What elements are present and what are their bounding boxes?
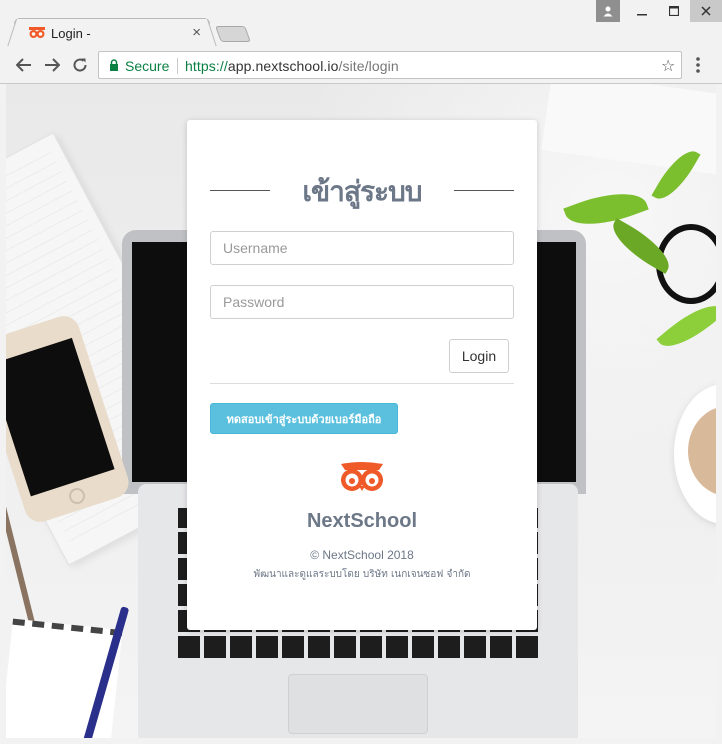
url-text[interactable]: https://app.nextschool.io/site/login [185,58,399,74]
browser-toolbar: Secure https://app.nextschool.io/site/lo… [0,46,722,84]
star-icon[interactable]: ☆ [661,56,675,76]
brand-name: NextSchool [306,510,418,532]
username-input[interactable] [210,231,514,265]
url-path: /site/login [338,58,399,74]
tab-title: Login - [51,26,91,41]
menu-icon[interactable] [696,56,700,74]
password-input[interactable] [210,285,514,319]
url-scheme: https:// [185,58,228,74]
login-card: เข้าสู่ระบบ Login ทดสอบเข้าสู่ระบบด้วยเบ… [187,120,537,630]
lock-icon [110,59,118,71]
form-divider [210,383,514,384]
developer-credit: พัฒนาและดูแลระบบโดย บริษัท เนกเจนซอฟ จำก… [253,569,471,580]
window-controls [596,0,722,22]
browser-tab[interactable]: Login - × [14,18,210,46]
close-window-icon[interactable] [690,0,722,22]
user-icon[interactable] [596,0,620,22]
minimize-icon[interactable] [626,0,658,22]
forward-icon[interactable] [42,55,62,75]
close-tab-icon[interactable]: × [192,24,201,41]
new-tab-button[interactable] [215,26,251,42]
maximize-icon[interactable] [658,0,690,22]
phone-login-button[interactable]: ทดสอบเข้าสู่ระบบด้วยเบอร์มือถือ [210,403,398,434]
background-leaf [656,294,716,358]
window-frame-bottom [0,738,722,744]
address-separator [177,58,178,74]
copyright-text: © NextSchool 2018 [310,548,414,562]
secure-label: Secure [125,58,170,74]
heading-rule-right [454,190,514,191]
back-icon[interactable] [14,55,34,75]
browser-titlebar: Login - × [0,0,722,46]
nextschool-owl-logo-icon [341,462,383,491]
url-host: app.nextschool.io [227,58,339,74]
nextschool-favicon-icon [29,27,45,38]
reload-icon[interactable] [70,55,90,75]
window-frame-right [716,84,722,744]
page-title: เข้าสู่ระบบ [302,175,422,208]
login-button[interactable]: Login [449,339,509,373]
background-coffee-cup [674,384,716,524]
login-heading: เข้าสู่ระบบ [187,170,537,210]
address-bar[interactable]: Secure https://app.nextschool.io/site/lo… [98,51,682,79]
page-viewport: เข้าสู่ระบบ Login ทดสอบเข้าสู่ระบบด้วยเบ… [6,84,716,738]
